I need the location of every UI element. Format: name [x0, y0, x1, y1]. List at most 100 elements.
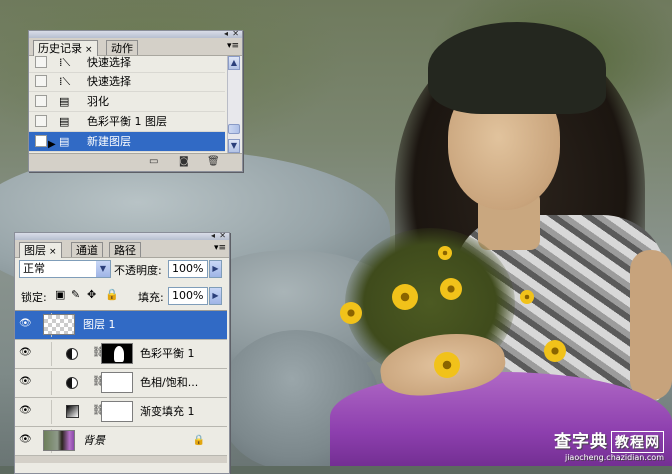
photo-flower	[520, 290, 534, 304]
layer-name[interactable]: 色彩平衡 1	[140, 340, 195, 368]
panel-titlebar[interactable]: ◂ ✕	[29, 30, 242, 38]
tab-paths[interactable]: 路径	[109, 242, 141, 257]
panel-menu-icon[interactable]: ▾≡	[214, 243, 226, 253]
photo-flower	[434, 352, 460, 378]
lock-all-icon[interactable]: 🔒	[105, 288, 119, 301]
layer-row-selected[interactable]: 👁 图层 1	[15, 311, 227, 340]
layer-link-slot[interactable]	[35, 400, 52, 424]
trash-icon[interactable]: 🗑	[207, 156, 220, 167]
tab-channels[interactable]: 通道	[71, 242, 103, 257]
history-item-selected[interactable]: ▶ ▤ 新建图层	[29, 132, 225, 152]
layer-mask-thumbnail[interactable]	[101, 401, 133, 422]
history-item-label: 快速选择	[87, 75, 131, 88]
scroll-up-icon[interactable]: ▲	[228, 56, 240, 70]
fill-input[interactable]: 100%	[168, 287, 208, 305]
blend-opacity-row: 正常 ▼ 不透明度: 100% ▶	[15, 260, 227, 282]
layers-list: 👁 图层 1 👁 ⛓ 色彩平衡 1 👁 ⛓ 色相/饱和... 👁 ⛓ 渐变填充 …	[15, 310, 227, 463]
lock-position-icon[interactable]: ✥	[87, 288, 96, 301]
history-snapshot-checkbox[interactable]	[35, 115, 47, 127]
photo-flower	[438, 246, 452, 260]
tab-layers[interactable]: 图层 ×	[19, 242, 62, 258]
tab-paths-label: 路径	[114, 244, 136, 257]
lock-image-icon[interactable]: ✎	[71, 288, 80, 301]
layers-tab-row: 图层 × 通道 路径 ▾≡	[15, 240, 229, 258]
layers-panel: ◂ ✕ 图层 × 通道 路径 ▾≡ 正常 ▼ 不透明度: 100% ▶ 锁定: ▣…	[14, 232, 230, 474]
photo-hat	[428, 22, 606, 114]
eye-icon[interactable]: 👁	[19, 405, 32, 417]
fill-value: 100%	[172, 289, 204, 302]
new-document-from-state-icon[interactable]: ▭	[149, 156, 158, 167]
gradient-fill-icon	[66, 405, 79, 418]
history-snapshot-checkbox[interactable]	[35, 135, 47, 147]
lock-fill-row: 锁定: ▣ ✎ ✥ 🔒 填充: 100% ▶	[15, 286, 227, 308]
tab-history[interactable]: 历史记录 ×	[33, 40, 98, 56]
close-panel-icon[interactable]: ✕	[219, 232, 226, 240]
panel-menu-icon[interactable]: ▾≡	[227, 41, 239, 51]
tab-close-icon[interactable]: ×	[49, 247, 57, 257]
eye-icon[interactable]: 👁	[19, 376, 32, 388]
history-state-pointer-icon: ▶	[48, 139, 56, 150]
watermark: 查字典 教程网 jiaocheng.chazidian.com	[554, 427, 664, 462]
photo-arm	[630, 250, 672, 400]
history-list: ⁞⟍ 快速选择 ⁞⟍ 快速选择 ▤ 羽化 ▤ 色彩平衡 1 图层 ▶ ▤ 新建图…	[29, 56, 227, 153]
history-state-icon: ▤	[59, 135, 70, 148]
history-item[interactable]: ⁞⟍ 快速选择	[29, 56, 225, 73]
layer-row[interactable]: 👁 ⛓ 渐变填充 1	[15, 398, 227, 427]
fill-label: 填充:	[138, 291, 164, 304]
fill-slider-arrow-icon[interactable]: ▶	[209, 287, 222, 305]
scroll-down-icon[interactable]: ▼	[228, 139, 240, 153]
layer-mask-thumbnail[interactable]	[101, 343, 133, 364]
close-panel-icon[interactable]: ✕	[232, 30, 239, 38]
watermark-title: 查字典 教程网	[554, 427, 664, 453]
history-snapshot-checkbox[interactable]	[35, 75, 47, 87]
eye-icon[interactable]: 👁	[19, 434, 32, 446]
mask-figure-shape	[114, 346, 124, 362]
history-snapshot-checkbox[interactable]	[35, 95, 47, 107]
layer-thumbnail	[43, 314, 75, 335]
tab-channels-label: 通道	[76, 244, 98, 257]
layer-row[interactable]: 👁 背景 🔒	[15, 427, 227, 456]
history-panel: ◂ ✕ 历史记录× 动作 ▾≡ ⁞⟍ 快速选择 ⁞⟍ 快速选择 ▤ 羽化 ▤	[28, 30, 243, 172]
quick-select-icon: ⁞⟍	[59, 75, 71, 88]
eye-icon[interactable]: 👁	[19, 347, 32, 359]
layer-row[interactable]: 👁 ⛓ 色相/饱和...	[15, 369, 227, 398]
history-state-icon: ▤	[59, 95, 70, 108]
layer-name[interactable]: 渐变填充 1	[140, 398, 195, 426]
tab-close-icon[interactable]: ×	[85, 45, 93, 55]
chevron-down-icon[interactable]: ▼	[96, 261, 110, 277]
watermark-url: jiaocheng.chazidian.com	[564, 453, 664, 462]
history-scrollbar[interactable]: ▲ ▼	[227, 56, 241, 153]
opacity-slider-arrow-icon[interactable]: ▶	[209, 260, 222, 278]
history-item[interactable]: ▤ 羽化	[29, 92, 225, 112]
tab-actions-label: 动作	[111, 42, 133, 55]
layer-name[interactable]: 背景	[83, 427, 105, 455]
minimize-icon[interactable]: ◂	[224, 30, 228, 38]
layer-name[interactable]: 色相/饱和...	[140, 369, 198, 397]
history-footer: ▭ ◙ 🗑	[29, 153, 242, 171]
lock-icon: 🔒	[192, 435, 205, 446]
layer-link-slot[interactable]	[35, 371, 52, 395]
layer-name[interactable]: 图层 1	[83, 311, 116, 339]
adjustment-layer-icon	[66, 348, 78, 360]
opacity-input[interactable]: 100%	[168, 260, 208, 278]
history-item[interactable]: ⁞⟍ 快速选择	[29, 72, 225, 92]
blend-mode-select[interactable]: 正常 ▼	[19, 260, 111, 278]
tab-history-label: 历史记录	[38, 42, 82, 55]
panel-titlebar[interactable]: ◂ ✕	[15, 232, 229, 240]
minimize-icon[interactable]: ◂	[211, 232, 215, 240]
photo-flower	[544, 340, 566, 362]
history-tab-row: 历史记录 × 动作 ▾≡	[29, 38, 242, 56]
history-snapshot-checkbox[interactable]	[35, 56, 47, 68]
layer-row[interactable]: 👁 ⛓ 色彩平衡 1	[15, 340, 227, 369]
history-item-label: 新建图层	[87, 135, 131, 148]
quick-select-icon: ⁞⟍	[59, 56, 71, 69]
layer-mask-thumbnail[interactable]	[101, 372, 133, 393]
photo-flower	[392, 284, 418, 310]
history-item[interactable]: ▤ 色彩平衡 1 图层	[29, 112, 225, 132]
snapshot-icon[interactable]: ◙	[179, 156, 189, 167]
tab-actions[interactable]: 动作	[106, 40, 138, 55]
eye-icon[interactable]: 👁	[19, 318, 32, 330]
scroll-thumb[interactable]	[228, 124, 240, 134]
lock-transparency-icon[interactable]: ▣	[55, 288, 65, 301]
layer-link-slot[interactable]	[35, 342, 52, 366]
